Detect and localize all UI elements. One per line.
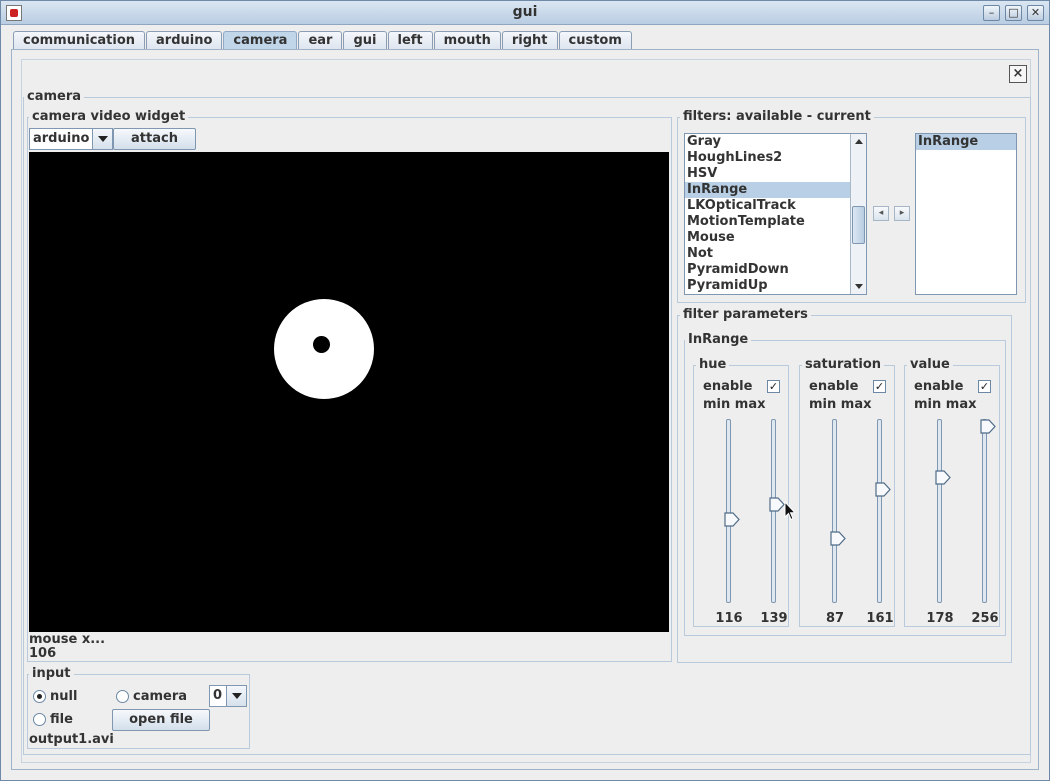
saturation-min-value: 87 — [825, 611, 845, 626]
tab-right[interactable]: right — [501, 31, 558, 50]
available-filter-item[interactable]: Not — [685, 246, 866, 262]
available-filter-item[interactable]: PyramidUp — [685, 278, 866, 294]
value-max-value: 256 — [971, 611, 999, 626]
camera-index-combo[interactable]: 0 — [209, 685, 247, 707]
inrange-panel-title: InRange — [685, 332, 752, 347]
chevron-down-icon[interactable] — [226, 686, 246, 706]
open-file-button[interactable]: open file — [112, 709, 210, 731]
hue-enable-checkbox[interactable]: ✓ — [767, 380, 780, 393]
current-filter-item[interactable]: InRange — [916, 134, 1016, 150]
null-radio[interactable] — [33, 690, 46, 703]
null-radio-label: null — [50, 689, 78, 704]
hue-min-slider-thumb[interactable] — [724, 512, 740, 527]
app-window: gui – □ ✕ communication arduino camera e… — [0, 0, 1050, 781]
hue-group-title: hue — [696, 357, 730, 372]
title-bar[interactable]: gui – □ ✕ — [1, 1, 1049, 25]
available-filter-item[interactable]: Mouse — [685, 230, 866, 246]
file-radio[interactable] — [33, 713, 46, 726]
available-filters-list[interactable]: Gray HoughLines2 HSV InRange LKOpticalTrack M… — [684, 133, 867, 295]
saturation-minmax-label: min max — [809, 397, 872, 412]
hue-max-slider-thumb[interactable] — [769, 497, 785, 512]
saturation-max-value: 161 — [866, 611, 894, 626]
value-minmax-label: min max — [914, 397, 977, 412]
filename-label: output1.avi — [29, 732, 114, 747]
saturation-max-slider-thumb[interactable] — [875, 481, 891, 497]
remove-filter-button[interactable]: ◂ — [873, 206, 889, 221]
saturation-enable-checkbox[interactable]: ✓ — [873, 380, 886, 393]
camera-panel-title: camera — [24, 89, 85, 104]
available-filter-item[interactable]: MotionTemplate — [685, 214, 866, 230]
tab-custom[interactable]: custom — [558, 31, 632, 50]
close-icon[interactable]: ✕ — [1027, 5, 1044, 21]
scroll-thumb[interactable] — [852, 206, 865, 244]
tab-left[interactable]: left — [387, 31, 433, 50]
tab-communication[interactable]: communication — [13, 31, 146, 50]
tab-camera[interactable]: camera — [223, 31, 298, 50]
value-min-value: 178 — [926, 611, 954, 626]
mouse-value: 106 — [29, 646, 57, 661]
value-min-slider-thumb[interactable] — [935, 470, 951, 485]
available-filter-item[interactable]: Gray — [685, 134, 866, 150]
video-widget-title: camera video widget — [29, 109, 189, 124]
filter-parameters-title: filter parameters — [680, 307, 811, 322]
tab-arduino[interactable]: arduino — [146, 31, 223, 50]
available-filter-item[interactable]: HSV — [685, 166, 866, 182]
value-enable-label: enable — [914, 379, 964, 394]
available-filter-item[interactable]: InRange — [685, 182, 866, 198]
value-group-title: value — [907, 357, 953, 372]
mouse-label: mouse x... — [29, 632, 106, 647]
value-max-slider-track[interactable] — [982, 419, 987, 603]
tab-ear[interactable]: ear — [298, 31, 343, 50]
panel-close-button[interactable]: × — [1009, 65, 1027, 83]
chevron-down-icon[interactable] — [92, 129, 112, 149]
camera-index-value: 0 — [213, 688, 223, 703]
available-filter-item[interactable]: HoughLines2 — [685, 150, 866, 166]
filters-panel-title: filters: available - current — [680, 109, 874, 124]
attach-button[interactable]: attach — [113, 128, 196, 150]
tab-mouth[interactable]: mouth — [433, 31, 501, 50]
value-enable-checkbox[interactable]: ✓ — [978, 380, 991, 393]
scroll-down-icon[interactable] — [851, 279, 866, 294]
saturation-min-slider-thumb[interactable] — [830, 530, 846, 546]
current-filters-list[interactable]: InRange — [915, 133, 1017, 295]
hue-min-value: 116 — [715, 611, 743, 626]
hue-max-value: 139 — [760, 611, 788, 626]
available-filter-item[interactable]: PyramidDown — [685, 262, 866, 278]
saturation-min-slider-track[interactable] — [832, 419, 837, 603]
video-source-value: arduino — [33, 131, 90, 146]
mouse-pointer-icon — [784, 501, 796, 521]
maximize-icon[interactable]: □ — [1005, 5, 1022, 21]
hue-minmax-label: min max — [703, 397, 766, 412]
minimize-icon[interactable]: – — [983, 5, 1000, 21]
video-source-combo[interactable]: arduino — [29, 128, 113, 150]
camera-radio-label: camera — [133, 689, 188, 704]
tab-gui[interactable]: gui — [343, 31, 387, 50]
saturation-max-slider-track[interactable] — [877, 419, 882, 603]
value-max-slider-thumb[interactable] — [980, 419, 996, 434]
scroll-up-icon[interactable] — [851, 134, 866, 149]
window-title: gui — [512, 4, 538, 20]
tab-bar: communication arduino camera ear gui lef… — [13, 31, 633, 50]
saturation-enable-label: enable — [809, 379, 859, 394]
saturation-group-title: saturation — [802, 357, 885, 372]
input-panel-title: input — [29, 666, 74, 681]
blob-hole — [313, 336, 330, 353]
value-min-slider-track[interactable] — [937, 419, 942, 603]
hue-enable-label: enable — [703, 379, 753, 394]
add-filter-button[interactable]: ▸ — [894, 206, 910, 221]
available-filter-item[interactable]: LKOpticalTrack — [685, 198, 866, 214]
available-filters-scrollbar[interactable] — [850, 134, 866, 294]
camera-radio[interactable] — [116, 690, 129, 703]
file-radio-label: file — [50, 712, 73, 727]
